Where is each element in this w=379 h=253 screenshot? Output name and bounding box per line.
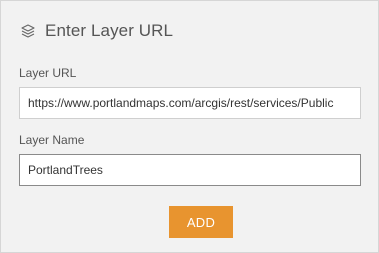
layer-name-label: Layer Name xyxy=(19,133,85,147)
enter-layer-url-panel: Enter Layer URL Layer URL Layer Name ADD xyxy=(0,0,379,253)
layer-name-input[interactable] xyxy=(19,154,361,186)
page-title: Enter Layer URL xyxy=(45,21,174,40)
panel-header: Enter Layer URL xyxy=(19,19,173,43)
add-button[interactable]: ADD xyxy=(169,206,233,238)
layer-url-input[interactable] xyxy=(19,87,361,119)
layers-icon xyxy=(19,22,37,40)
layer-url-label: Layer URL xyxy=(19,66,77,80)
